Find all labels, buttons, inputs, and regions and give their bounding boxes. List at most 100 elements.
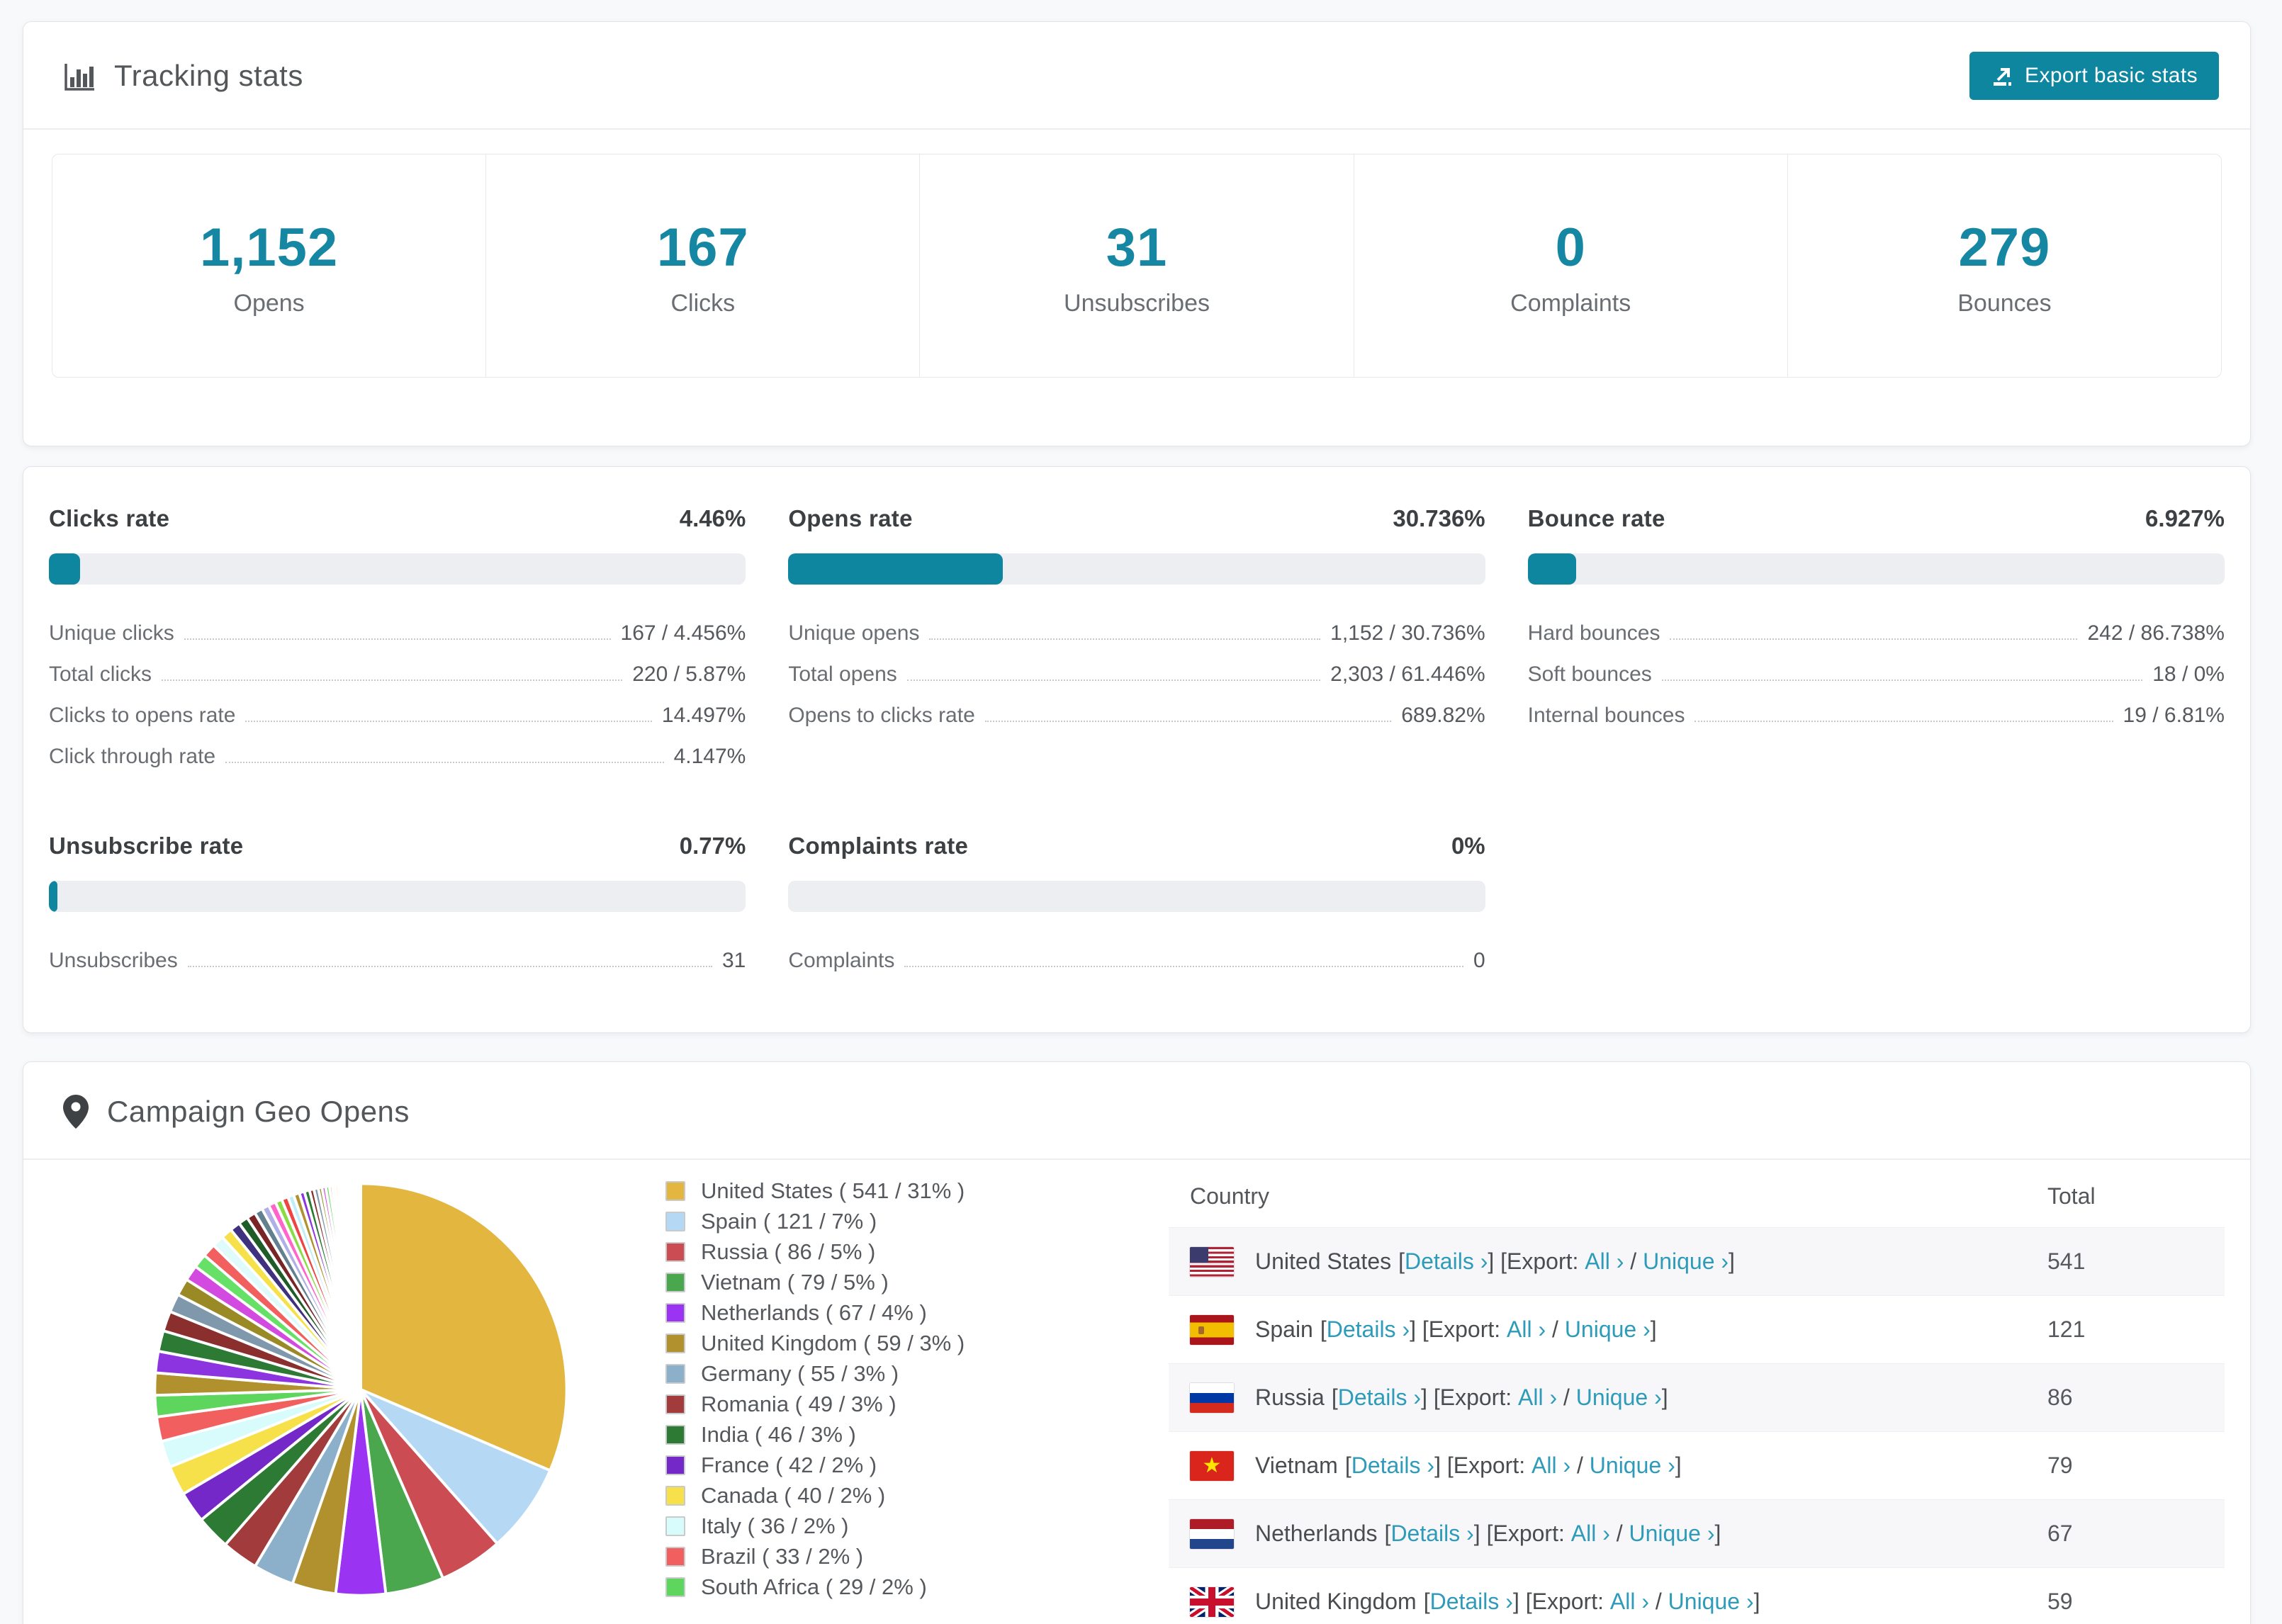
bracket: ] bbox=[1753, 1589, 1760, 1614]
stat-bounces-value: 279 bbox=[1958, 218, 2051, 278]
legend-swatch bbox=[665, 1424, 685, 1445]
dotted-leader bbox=[245, 721, 652, 722]
separator: / bbox=[1609, 1521, 1629, 1546]
country-name: Russia bbox=[1255, 1385, 1325, 1410]
flag-gb-icon bbox=[1190, 1586, 1234, 1617]
stat-clicks-value: 167 bbox=[656, 218, 749, 278]
legend-item[interactable]: Russia ( 86 / 5% ) bbox=[665, 1236, 999, 1267]
details-link[interactable]: Details › bbox=[1405, 1248, 1488, 1275]
rate-row-label: Total opens bbox=[788, 662, 897, 686]
legend-item-label: Vietnam ( 79 / 5% ) bbox=[701, 1269, 889, 1295]
legend-swatch bbox=[665, 1302, 685, 1323]
legend-swatch bbox=[665, 1272, 685, 1292]
pie-slice[interactable] bbox=[358, 1182, 362, 1391]
legend-item[interactable]: Spain ( 121 / 7% ) bbox=[665, 1206, 999, 1236]
legend-item[interactable]: India ( 46 / 3% ) bbox=[665, 1419, 999, 1450]
legend-item-label: Spain ( 121 / 7% ) bbox=[701, 1208, 877, 1234]
bracket: ] bbox=[1714, 1521, 1721, 1546]
legend-item[interactable]: Vietnam ( 79 / 5% ) bbox=[665, 1267, 999, 1297]
rate-row-value: 689.82% bbox=[1401, 704, 1485, 727]
total-cell: 67 bbox=[2047, 1521, 2073, 1546]
details-link[interactable]: Details › bbox=[1351, 1453, 1434, 1479]
dotted-leader bbox=[1661, 680, 2143, 681]
legend-swatch bbox=[665, 1333, 685, 1353]
legend-item[interactable]: United Kingdom ( 59 / 3% ) bbox=[665, 1328, 999, 1358]
legend-item[interactable]: Germany ( 55 / 3% ) bbox=[665, 1358, 999, 1389]
export-unique-link[interactable]: Unique › bbox=[1629, 1521, 1715, 1547]
legend-item[interactable]: United States ( 541 / 31% ) bbox=[665, 1175, 999, 1206]
export-unique-link[interactable]: Unique › bbox=[1576, 1385, 1662, 1411]
rate-row-value: 220 / 5.87% bbox=[632, 662, 746, 686]
tracking-stats-card: Tracking stats Export basic stats 1,152 … bbox=[23, 21, 2251, 446]
legend-item[interactable]: Canada ( 40 / 2% ) bbox=[665, 1480, 999, 1511]
legend-item-label: Canada ( 40 / 2% ) bbox=[701, 1482, 886, 1508]
legend-item[interactable]: France ( 42 / 2% ) bbox=[665, 1450, 999, 1480]
export-all-link[interactable]: All › bbox=[1518, 1385, 1557, 1411]
legend-item[interactable]: Italy ( 36 / 2% ) bbox=[665, 1511, 999, 1541]
details-link[interactable]: Details › bbox=[1327, 1316, 1410, 1343]
dotted-leader bbox=[904, 966, 1463, 967]
export-basic-stats-button[interactable]: Export basic stats bbox=[1969, 52, 2219, 100]
rate-row-label: Unsubscribes bbox=[49, 949, 178, 972]
details-link[interactable]: Details › bbox=[1390, 1521, 1473, 1547]
legend-swatch bbox=[665, 1577, 685, 1597]
stat-bounces: 279 Bounces bbox=[1787, 154, 2221, 377]
unsubscribe-rate-value: 0.77% bbox=[679, 833, 746, 859]
export-unique-link[interactable]: Unique › bbox=[1565, 1316, 1651, 1343]
clicks-rate-bar bbox=[49, 553, 746, 585]
bounce-rate-title: Bounce rate bbox=[1527, 505, 1665, 531]
dotted-leader bbox=[984, 721, 1392, 722]
legend-swatch bbox=[665, 1546, 685, 1567]
export-unique-link[interactable]: Unique › bbox=[1590, 1453, 1675, 1479]
details-link[interactable]: Details › bbox=[1430, 1589, 1513, 1615]
total-cell: 59 bbox=[2047, 1589, 2073, 1614]
export-all-link[interactable]: All › bbox=[1531, 1453, 1570, 1479]
flag-ru-icon bbox=[1190, 1382, 1234, 1413]
bracket: ] [Export: bbox=[1421, 1385, 1518, 1410]
export-all-link[interactable]: All › bbox=[1585, 1248, 1624, 1275]
export-unique-link[interactable]: Unique › bbox=[1643, 1248, 1729, 1275]
flag-us-icon bbox=[1190, 1246, 1234, 1277]
export-all-link[interactable]: All › bbox=[1507, 1316, 1546, 1343]
stat-opens: 1,152 Opens bbox=[52, 154, 485, 377]
separator: / bbox=[1557, 1385, 1576, 1410]
complaints-rate-section: Complaints rate 0% Complaints 0 bbox=[788, 833, 1485, 977]
rate-row: Total clicks 220 / 5.87% bbox=[49, 650, 746, 691]
total-column-header: Total bbox=[2047, 1183, 2096, 1209]
page-title: Tracking stats bbox=[114, 59, 303, 92]
export-unique-link[interactable]: Unique › bbox=[1668, 1589, 1754, 1615]
geo-title: Campaign Geo Opens bbox=[107, 1095, 410, 1128]
legend-item[interactable]: South Africa ( 29 / 2% ) bbox=[665, 1572, 999, 1602]
stat-opens-value: 1,152 bbox=[200, 218, 339, 278]
table-row: Spain [Details ›] [Export: All › / Unique… bbox=[1169, 1296, 2225, 1364]
rate-row-value: 167 / 4.456% bbox=[620, 621, 746, 645]
export-all-link[interactable]: All › bbox=[1571, 1521, 1610, 1547]
bracket: ] bbox=[1661, 1385, 1668, 1410]
details-link[interactable]: Details › bbox=[1338, 1385, 1421, 1411]
export-all-link[interactable]: All › bbox=[1610, 1589, 1649, 1615]
stat-clicks: 167 Clicks bbox=[485, 154, 919, 377]
country-name: Vietnam bbox=[1255, 1453, 1338, 1478]
country-cell: Russia[Details ›] [Export: All › / Uniqu… bbox=[1190, 1382, 2047, 1413]
rate-row: Hard bounces 242 / 86.738% bbox=[1528, 609, 2225, 650]
complaints-rate-title: Complaints rate bbox=[788, 833, 969, 859]
legend-item[interactable]: Brazil ( 33 / 2% ) bbox=[665, 1541, 999, 1572]
legend-item[interactable]: Romania ( 49 / 3% ) bbox=[665, 1389, 999, 1419]
rate-row: Clicks to opens rate 14.497% bbox=[49, 691, 746, 732]
bracket: ] [Export: bbox=[1512, 1589, 1610, 1614]
country-cell: ★ Vietnam[Details ›] [Export: All › / Uni… bbox=[1190, 1450, 2047, 1481]
bracket: [ bbox=[1423, 1589, 1430, 1614]
rate-row-label: Unique clicks bbox=[49, 621, 174, 645]
legend-item[interactable]: Netherlands ( 67 / 4% ) bbox=[665, 1297, 999, 1328]
separator: / bbox=[1570, 1453, 1590, 1478]
total-cell: 121 bbox=[2047, 1316, 2086, 1342]
rate-row-label: Complaints bbox=[788, 949, 895, 972]
table-row: Russia[Details ›] [Export: All › / Uniqu… bbox=[1169, 1364, 2225, 1432]
rate-row: Click through rate 4.147% bbox=[49, 732, 746, 773]
stat-clicks-label: Clicks bbox=[670, 290, 736, 317]
country-column-header: Country bbox=[1190, 1183, 1270, 1209]
rate-row-value: 242 / 86.738% bbox=[2087, 621, 2225, 645]
geo-table-header: Country Total bbox=[1169, 1166, 2225, 1228]
map-pin-icon bbox=[63, 1095, 89, 1129]
clicks-rate-section: Clicks rate 4.46% Unique clicks 167 / 4.4… bbox=[49, 505, 746, 773]
